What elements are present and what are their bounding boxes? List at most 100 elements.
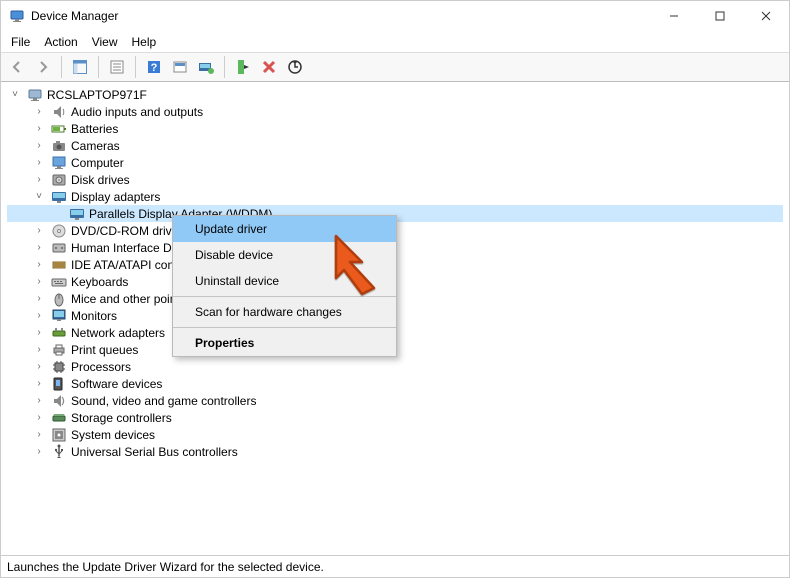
expander-icon[interactable]: › xyxy=(31,225,47,236)
node-label: RCSLAPTOP971F xyxy=(47,88,147,102)
update-driver-button[interactable] xyxy=(194,55,218,79)
expander-icon[interactable]: › xyxy=(31,242,47,253)
sound-icon xyxy=(51,393,67,409)
menu-help[interactable]: Help xyxy=(132,35,157,49)
printer-icon xyxy=(51,342,67,358)
display-icon xyxy=(51,189,67,205)
expander-icon[interactable]: ˅ xyxy=(31,191,47,202)
menu-view[interactable]: View xyxy=(92,35,118,49)
usb-icon xyxy=(51,444,67,460)
context-menu-item[interactable]: Properties xyxy=(173,330,396,356)
expander-icon[interactable]: › xyxy=(31,361,47,372)
hid-icon xyxy=(51,240,67,256)
mouse-icon xyxy=(51,291,67,307)
node-label: Network adapters xyxy=(71,326,165,340)
tree-node[interactable]: › Computer xyxy=(7,154,783,171)
tree-node[interactable]: › Batteries xyxy=(7,120,783,137)
expander-icon[interactable]: ˅ xyxy=(7,89,23,100)
node-label: DVD/CD-ROM drives xyxy=(71,224,184,238)
node-label: Sound, video and game controllers xyxy=(71,394,256,408)
expander-icon[interactable]: › xyxy=(31,344,47,355)
computer-icon xyxy=(51,155,67,171)
expander-icon[interactable]: › xyxy=(31,429,47,440)
context-menu-item[interactable]: Update driver xyxy=(173,216,396,242)
window-title: Device Manager xyxy=(31,9,118,23)
cpu-icon xyxy=(51,359,67,375)
context-menu-separator xyxy=(173,327,396,328)
camera-icon xyxy=(51,138,67,154)
uninstall-button[interactable] xyxy=(257,55,281,79)
expander-icon[interactable]: › xyxy=(31,276,47,287)
properties-button[interactable] xyxy=(105,55,129,79)
tree-node[interactable]: › Audio inputs and outputs xyxy=(7,103,783,120)
expander-icon[interactable]: › xyxy=(31,259,47,270)
context-menu-separator xyxy=(173,296,396,297)
expander-icon[interactable]: › xyxy=(31,157,47,168)
toolbar: ? xyxy=(1,53,789,82)
node-label: Batteries xyxy=(71,122,118,136)
audio-icon xyxy=(51,104,67,120)
expander-icon[interactable]: › xyxy=(31,293,47,304)
keyboard-icon xyxy=(51,274,67,290)
node-label: Audio inputs and outputs xyxy=(71,105,203,119)
minimize-button[interactable] xyxy=(651,1,697,31)
menu-action[interactable]: Action xyxy=(44,35,77,49)
context-menu-item[interactable]: Uninstall device xyxy=(173,268,396,294)
back-button[interactable] xyxy=(5,55,29,79)
status-bar: Launches the Update Driver Wizard for th… xyxy=(1,555,789,577)
expander-icon[interactable]: › xyxy=(31,174,47,185)
tree-node[interactable]: ›Storage controllers xyxy=(7,409,783,426)
scan-hardware-button[interactable] xyxy=(283,55,307,79)
node-label: Processors xyxy=(71,360,131,374)
battery-icon xyxy=(51,121,67,137)
tree-node[interactable]: › Software devices xyxy=(7,375,783,392)
tree-node[interactable]: ˅ Display adapters xyxy=(7,188,783,205)
node-label: Universal Serial Bus controllers xyxy=(71,445,238,459)
menu-file[interactable]: File xyxy=(11,35,30,49)
close-button[interactable] xyxy=(743,1,789,31)
node-label: Software devices xyxy=(71,377,162,391)
show-hide-tree-button[interactable] xyxy=(68,55,92,79)
storage-icon xyxy=(51,410,67,426)
tree-node[interactable]: › Disk drives xyxy=(7,171,783,188)
node-label: System devices xyxy=(71,428,155,442)
expander-icon[interactable]: › xyxy=(31,310,47,321)
ide-icon xyxy=(51,257,67,273)
tree-node[interactable]: › System devices xyxy=(7,426,783,443)
forward-button[interactable] xyxy=(31,55,55,79)
enable-button[interactable] xyxy=(231,55,255,79)
svg-text:?: ? xyxy=(151,62,158,74)
tree-node[interactable]: › Sound, video and game controllers xyxy=(7,392,783,409)
tree-node[interactable]: › Universal Serial Bus controllers xyxy=(7,443,783,460)
software-icon xyxy=(51,376,67,392)
expander-icon[interactable]: › xyxy=(31,106,47,117)
titlebar: Device Manager xyxy=(1,1,789,31)
dvd-icon xyxy=(51,223,67,239)
monitor-icon xyxy=(51,308,67,324)
node-label: Disk drives xyxy=(71,173,130,187)
help-button[interactable]: ? xyxy=(142,55,166,79)
tree-root[interactable]: ˅ RCSLAPTOP971F xyxy=(7,86,783,103)
tree-node[interactable]: › Processors xyxy=(7,358,783,375)
disk-icon xyxy=(51,172,67,188)
menubar: File Action View Help xyxy=(1,31,789,53)
node-label: Display adapters xyxy=(71,190,160,204)
expander-icon[interactable]: › xyxy=(31,412,47,423)
node-label: Print queues xyxy=(71,343,138,357)
scan-button[interactable] xyxy=(168,55,192,79)
context-menu-item[interactable]: Disable device xyxy=(173,242,396,268)
expander-icon[interactable]: › xyxy=(31,327,47,338)
expander-icon[interactable]: › xyxy=(31,395,47,406)
expander-icon[interactable]: › xyxy=(31,446,47,457)
maximize-button[interactable] xyxy=(697,1,743,31)
node-label: Cameras xyxy=(71,139,120,153)
computer-icon xyxy=(27,87,43,103)
tree-node[interactable]: › Cameras xyxy=(7,137,783,154)
node-label: Monitors xyxy=(71,309,117,323)
expander-icon[interactable]: › xyxy=(31,378,47,389)
expander-icon[interactable]: › xyxy=(31,123,47,134)
context-menu-item[interactable]: Scan for hardware changes xyxy=(173,299,396,325)
display-icon xyxy=(69,206,85,222)
expander-icon[interactable]: › xyxy=(31,140,47,151)
node-label: Computer xyxy=(71,156,124,170)
